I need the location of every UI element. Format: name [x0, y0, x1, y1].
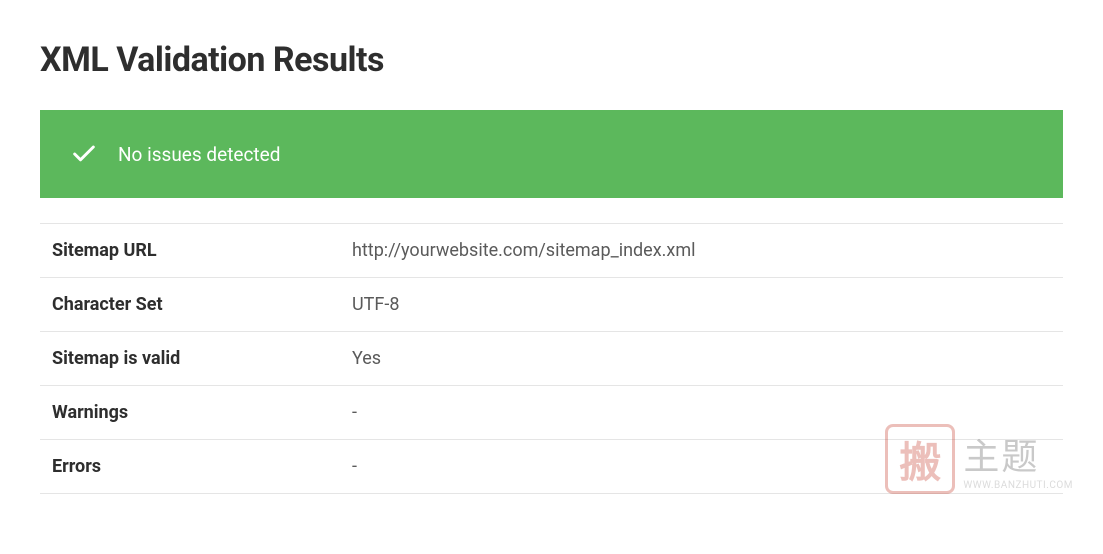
status-banner: No issues detected	[40, 110, 1063, 198]
result-label: Warnings	[40, 386, 340, 440]
result-label: Sitemap is valid	[40, 332, 340, 386]
result-value: -	[340, 386, 1063, 440]
page-title: XML Validation Results	[40, 40, 1063, 80]
result-label: Sitemap URL	[40, 224, 340, 278]
table-row: Character Set UTF-8	[40, 278, 1063, 332]
table-row: Errors -	[40, 440, 1063, 494]
table-row: Warnings -	[40, 386, 1063, 440]
result-value: UTF-8	[340, 278, 1063, 332]
check-icon	[70, 140, 98, 168]
table-row: Sitemap is valid Yes	[40, 332, 1063, 386]
result-value: http://yourwebsite.com/sitemap_index.xml	[340, 224, 1063, 278]
result-label: Errors	[40, 440, 340, 494]
results-card: XML Validation Results No issues detecte…	[0, 0, 1103, 554]
result-value: Yes	[340, 332, 1063, 386]
result-value: -	[340, 440, 1063, 494]
table-row: Sitemap URL http://yourwebsite.com/sitem…	[40, 224, 1063, 278]
status-message: No issues detected	[118, 143, 280, 166]
results-table: Sitemap URL http://yourwebsite.com/sitem…	[40, 223, 1063, 494]
result-label: Character Set	[40, 278, 340, 332]
